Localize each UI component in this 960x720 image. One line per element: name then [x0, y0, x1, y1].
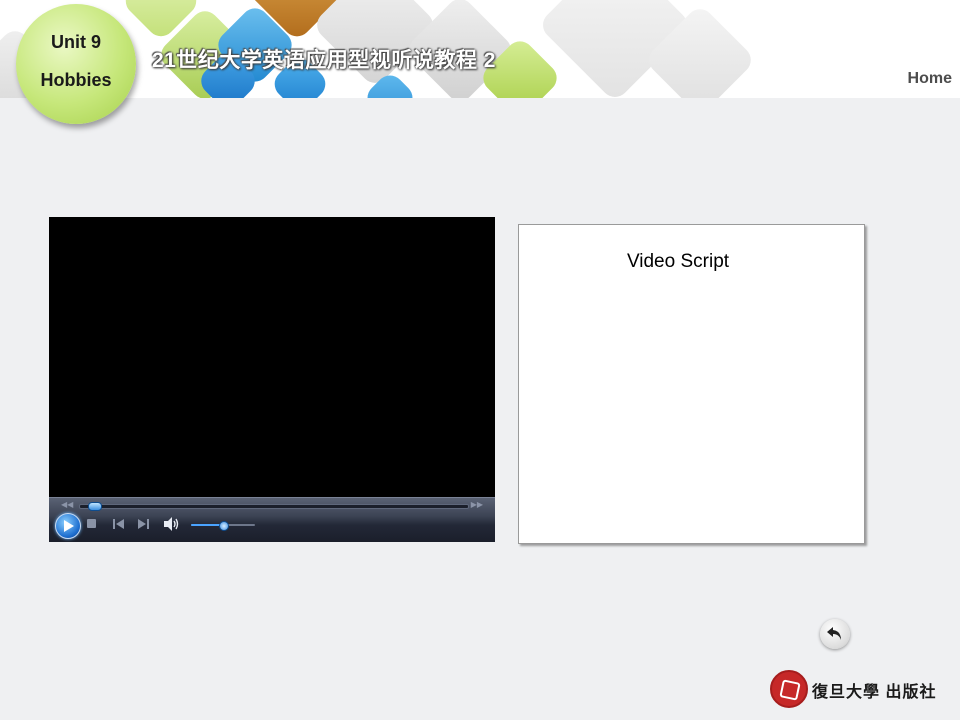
unit-badge: Unit 9 Hobbies [16, 4, 136, 124]
next-track-icon[interactable] [138, 519, 149, 529]
fast-forward-icon[interactable]: ▶▶ [471, 500, 483, 510]
publisher-seal-icon [770, 670, 808, 708]
play-button[interactable] [55, 513, 81, 539]
volume-slider[interactable] [191, 521, 255, 531]
seek-handle[interactable] [88, 502, 102, 511]
series-title: 21世纪大学英语应用型视听说教程 2 [152, 49, 496, 72]
rewind-icon[interactable]: ◀◀ [61, 500, 73, 510]
back-button[interactable] [820, 619, 850, 649]
video-screen[interactable] [49, 217, 495, 497]
unit-topic: Hobbies [40, 70, 112, 90]
play-icon [64, 520, 74, 532]
stop-icon[interactable] [87, 519, 96, 528]
unit-label: Unit 9 [50, 32, 101, 52]
previous-track-icon[interactable] [113, 519, 124, 529]
video-script-title: Video Script [626, 251, 730, 272]
back-arrow-icon [827, 627, 841, 640]
publisher-logo: 復旦大學 出版社 [770, 668, 950, 708]
header-banner: 21世纪大学英语应用型视听说教程 2 Home [0, 0, 960, 98]
home-link[interactable]: Home [908, 70, 952, 88]
player-controls: ◀◀ ▶▶ [49, 497, 495, 542]
seek-bar[interactable] [79, 502, 469, 511]
video-player[interactable]: ◀◀ ▶▶ [49, 217, 495, 542]
speaker-icon[interactable] [164, 517, 180, 531]
video-script-panel: Video Script [518, 224, 865, 544]
volume-handle[interactable] [219, 521, 229, 531]
publisher-name: 復旦大學 出版社 [812, 684, 937, 701]
